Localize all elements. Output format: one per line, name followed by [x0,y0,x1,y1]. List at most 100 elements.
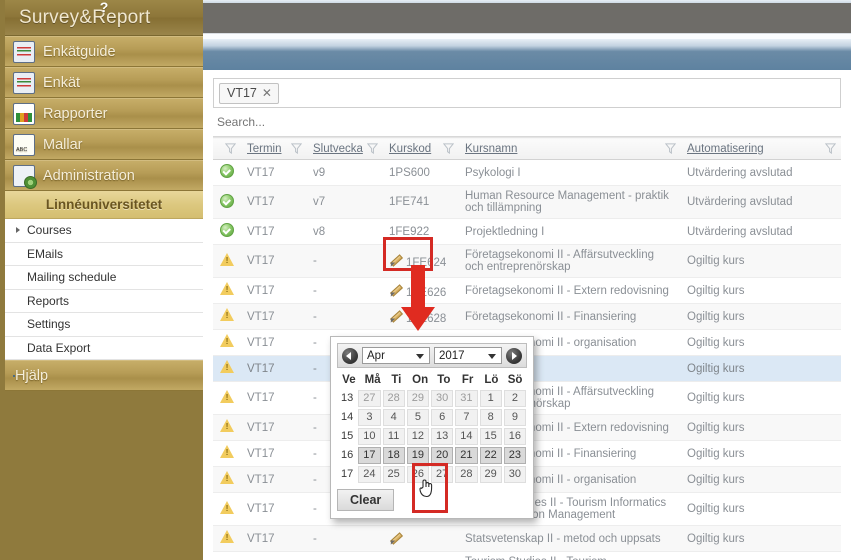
year-select[interactable]: 2017 [434,347,502,364]
calendar-day-14[interactable]: 14 [455,428,478,445]
row-kurskod-cell[interactable] [383,551,459,560]
table-row[interactable]: VT17- 1FE628 Företagsekonomi II - Finansie… [213,303,841,330]
calendar-day-5[interactable]: 5 [406,409,429,426]
calendar-day-12[interactable]: 12 [406,428,429,445]
row-kurskod-cell[interactable]: 1FE741 [383,185,459,219]
month-select[interactable]: Apr [362,347,430,364]
edit-pencil-icon[interactable] [389,253,402,266]
calendar-day-22[interactable]: 22 [479,447,502,464]
calendar-day-6[interactable]: 6 [431,409,454,426]
table-row[interactable]: VT17 v8 1FE922 Projektledning I Utvärdering … [213,218,841,245]
status-warning-icon [220,308,234,322]
table-row[interactable]: VT17- 1FE624 Företagsekonomi II - Affärsut… [213,244,841,278]
calendar-day-18[interactable]: 18 [382,447,405,464]
filter-funnel-icon[interactable] [367,143,378,154]
col-kurskod[interactable]: Kurskod [383,137,459,160]
sidebar-item-courses[interactable]: Courses [5,219,203,243]
sidebar-item-administration[interactable]: Administration [5,160,203,191]
clear-button[interactable]: Clear [337,489,395,511]
sidebar-item-reports[interactable]: Reports [5,289,203,313]
edit-pencil-icon[interactable] [389,283,402,296]
filter-funnel-icon[interactable] [443,143,454,154]
filter-funnel-icon[interactable] [665,143,676,154]
calendar-day-15[interactable]: 15 [479,428,502,445]
col-automatisering[interactable]: Automatisering [681,137,841,160]
calendar-day-30[interactable]: 30 [431,390,454,407]
calendar-day-17[interactable]: 17 [358,447,381,464]
sidebar-item-enkat[interactable]: Enkät [5,67,203,98]
calendar-day-1[interactable]: 1 [479,390,502,407]
calendar-day-7[interactable]: 7 [455,409,478,426]
calendar-day-31[interactable]: 31 [455,390,478,407]
filter-funnel-icon[interactable] [291,143,302,154]
close-icon[interactable]: ✕ [262,86,272,100]
col-status[interactable] [213,137,241,160]
app-window: Survey&Report Enkätguide Enkät Rapporter… [0,0,851,560]
col-slutvecka[interactable]: Slutvecka [307,137,383,160]
row-automatisering-cell: Ogiltig kurs [681,414,841,441]
row-kurskod-cell[interactable] [383,525,459,552]
calendar-day-28[interactable]: 28 [382,390,405,407]
calendar-day-25[interactable]: 25 [382,466,405,483]
date-picker-popup[interactable]: Apr 2017 Ve Må Ti On To Fr Lö Sö 13 27 28 2… [330,336,534,519]
filter-tag-box[interactable]: VT17 ✕ [213,78,841,108]
calendar-day-28[interactable]: 28 [455,466,478,483]
calendar-day-27[interactable]: 27 [431,466,454,483]
calendar-day-11[interactable]: 11 [382,428,405,445]
edit-pencil-icon[interactable] [389,531,402,544]
search-input[interactable] [215,114,839,130]
col-termin[interactable]: Termin [241,137,307,160]
calendar-day-20[interactable]: 20 [431,447,454,464]
row-kurskod-cell[interactable]: 1PS600 [383,159,459,186]
calendar-day-26[interactable]: 26 [406,466,429,483]
calendar-day-16[interactable]: 16 [503,428,526,445]
row-kurskod-cell[interactable]: 1FE628 [383,303,459,330]
calendar-day-29[interactable]: 29 [479,466,502,483]
sidebar-item-label: Mallar [43,136,83,153]
row-automatisering-cell: Ogiltig kurs [681,277,841,304]
edit-pencil-icon[interactable] [389,309,402,322]
row-kurskod-cell[interactable]: 1FE626 [383,277,459,304]
calendar-day-10[interactable]: 10 [358,428,381,445]
calendar-day-19[interactable]: 19 [406,447,429,464]
sidebar-item-mailing-schedule[interactable]: Mailing schedule [5,266,203,290]
filter-funnel-icon[interactable] [225,143,236,154]
sidebar: Survey&Report Enkätguide Enkät Rapporter… [0,0,203,560]
filter-tag-vt17[interactable]: VT17 ✕ [219,82,279,104]
sidebar-item-rapporter[interactable]: Rapporter [5,98,203,129]
calendar-day-29[interactable]: 29 [406,390,429,407]
sidebar-item-help[interactable]: Hjälp [5,360,203,391]
calendar-day-9[interactable]: 9 [503,409,526,426]
sidebar-item-emails[interactable]: EMails [5,242,203,266]
row-kurskod-cell[interactable]: 1FE922 [383,218,459,245]
row-termin-cell: VT17 [241,551,307,560]
search-row[interactable] [213,108,841,137]
sidebar-item-mallar[interactable]: Mallar [5,129,203,160]
calendar-day-4[interactable]: 4 [382,409,405,426]
filter-funnel-icon[interactable] [825,143,836,154]
table-row[interactable]: VT17- Tourism Studies II - Tourism Manage… [213,551,841,560]
week-number-header: Ve [342,374,356,386]
table-row[interactable]: VT17 v7 1FE741 Human Resource Management - … [213,185,841,219]
next-month-button[interactable] [506,347,522,364]
calendar-day-2[interactable]: 2 [503,390,526,407]
sidebar-subitem-label: Courses [27,223,72,238]
calendar-day-3[interactable]: 3 [358,409,381,426]
calendar-day-24[interactable]: 24 [358,466,381,483]
prev-month-button[interactable] [342,347,358,364]
calendar-day-8[interactable]: 8 [479,409,502,426]
sidebar-item-data-export[interactable]: Data Export [5,336,203,360]
table-row[interactable]: VT17 v9 1PS600 Psykologi I Utvärdering avslu… [213,159,841,186]
calendar-day-30[interactable]: 30 [503,466,526,483]
sidebar-item-enkatguide[interactable]: Enkätguide [5,36,203,67]
table-row[interactable]: VT17- Statsvetenskap II - metod och uppsa… [213,525,841,552]
table-row[interactable]: VT17- 1FE626 Företagsekonomi II - Extern r… [213,277,841,304]
sidebar-item-settings[interactable]: Settings [5,313,203,337]
calendar-day-21[interactable]: 21 [455,447,478,464]
row-kurskod-cell[interactable]: 1FE624 [383,244,459,278]
calendar-day-27[interactable]: 27 [358,390,381,407]
abc-template-icon [13,133,35,156]
calendar-day-13[interactable]: 13 [431,428,454,445]
calendar-day-23[interactable]: 23 [503,447,526,464]
col-kursnamn[interactable]: Kursnamn [459,137,681,160]
